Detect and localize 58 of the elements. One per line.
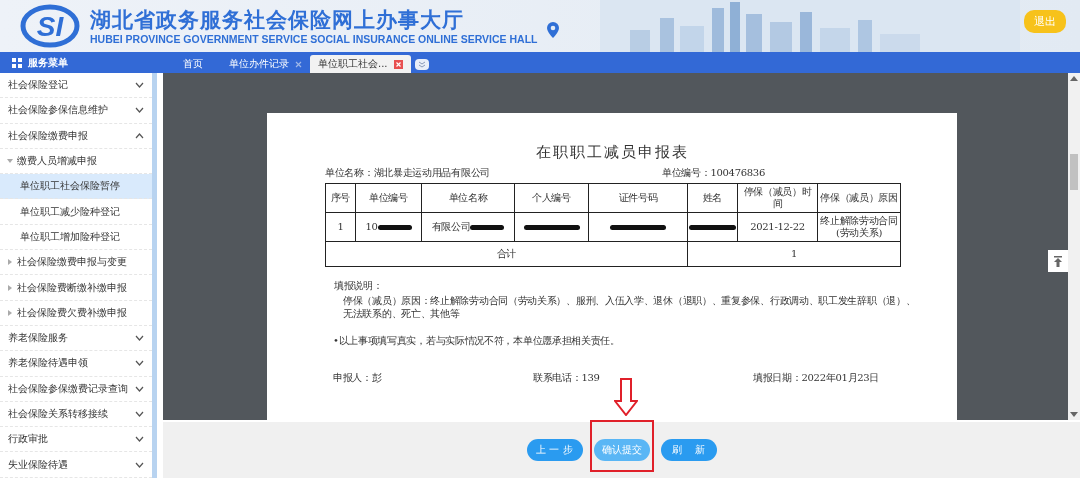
logo-icon: SI bbox=[20, 4, 80, 48]
scroll-down-icon[interactable] bbox=[1070, 412, 1078, 417]
signature-field: 联系电话：139 bbox=[533, 371, 753, 384]
site-subtitle: HUBEI PROVINCE GOVERNMENT SERVICE SOCIAL INSURANCE ONLINE SERVICE HALL bbox=[90, 33, 538, 45]
column-header: 停保（减员）时间 bbox=[737, 183, 818, 213]
triangle-right-icon bbox=[7, 309, 13, 316]
menu-item[interactable]: 单位职工社会保险暂停 bbox=[0, 174, 152, 200]
scroll-up-icon[interactable] bbox=[1070, 76, 1078, 81]
chevron-down-icon bbox=[135, 461, 144, 468]
chevron-down-icon bbox=[135, 411, 144, 417]
table-cell: 终止解除劳动合同(劳动关系) bbox=[817, 212, 901, 242]
chevron-down-icon bbox=[135, 335, 144, 342]
column-header: 姓名 bbox=[687, 183, 738, 213]
column-header: 个人编号 bbox=[514, 183, 589, 213]
down-arrow-annotation bbox=[614, 378, 638, 416]
signature-field: 申报人：彭 bbox=[333, 371, 533, 384]
unit-code: 单位编号：100476836 bbox=[661, 166, 765, 180]
back-to-top-button[interactable] bbox=[1048, 250, 1068, 272]
close-icon[interactable] bbox=[393, 59, 403, 69]
tab[interactable]: 单位办件记录 bbox=[221, 55, 310, 73]
column-header: 停保（减员）原因 bbox=[817, 183, 901, 213]
column-header: 单位编号 bbox=[355, 183, 422, 213]
chevron-up-icon bbox=[135, 132, 144, 139]
chevron-down-icon bbox=[135, 82, 144, 89]
close-icon[interactable] bbox=[295, 60, 302, 68]
table-cell: 1 bbox=[687, 241, 901, 267]
table-cell: 10 bbox=[355, 212, 422, 242]
chevron-down-icon bbox=[135, 360, 144, 367]
scrollbar-thumb[interactable] bbox=[1070, 153, 1078, 190]
table-cell: 1 bbox=[325, 212, 356, 242]
triangle-right-icon bbox=[7, 284, 13, 291]
column-header: 单位名称 bbox=[421, 183, 515, 213]
triangle-down-icon bbox=[7, 158, 13, 165]
document-title: 在职职工减员申报表 bbox=[534, 143, 690, 162]
chevron-down-icon bbox=[135, 436, 144, 443]
declaration-text: •以上事项填写真实，若与实际情况不符，本单位愿承担相关责任。 bbox=[333, 334, 621, 347]
site-title: 湖北省政务服务社会保险网上办事大厅 bbox=[90, 7, 465, 33]
triangle-right-icon bbox=[7, 259, 13, 266]
scrollbar[interactable] bbox=[1068, 73, 1080, 420]
chevron-down-icon bbox=[135, 107, 144, 114]
highlight-frame bbox=[590, 420, 654, 472]
table-cell: 合计 bbox=[325, 241, 688, 267]
table-cell: 2021-12-22 bbox=[737, 212, 818, 242]
chevron-down-icon bbox=[135, 385, 144, 392]
table-cell: 有限公司 bbox=[421, 212, 515, 242]
column-header: 序号 bbox=[325, 183, 356, 213]
unit-name: 单位名称：湖北暴走运动用品有限公司 bbox=[325, 166, 490, 180]
double-chevron-icon[interactable] bbox=[414, 58, 429, 70]
grid-icon bbox=[12, 57, 22, 68]
arrow-up-icon bbox=[1053, 255, 1063, 267]
tab[interactable]: 单位职工社会... bbox=[310, 55, 411, 73]
notes-heading: 填报说明： bbox=[334, 279, 384, 292]
tab[interactable]: 首页 bbox=[165, 55, 221, 73]
notes-text: 停保（减员）原因：终止解除劳动合同（劳动关系）、服刑、入伍入学、退休（退职）、重复参保、行政调动、职工发生辞职（退）、无法联系的、死亡、其他等 bbox=[343, 294, 917, 320]
location-pin-icon bbox=[547, 22, 560, 38]
menu-title: 服务菜单 bbox=[28, 55, 68, 70]
column-header: 证件号码 bbox=[588, 183, 688, 213]
signature-field: 填报日期：2022年01月23日 bbox=[753, 371, 880, 384]
